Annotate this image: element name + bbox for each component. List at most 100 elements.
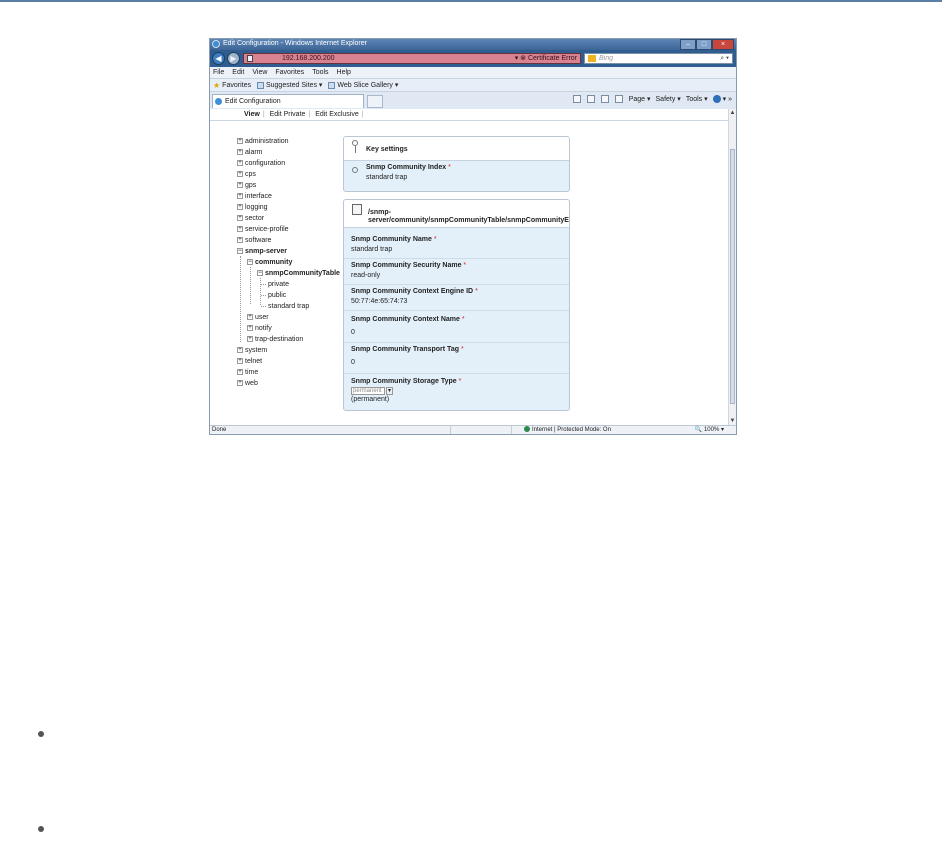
storage-type-select-value[interactable]: permanent <box>351 387 385 395</box>
tree-node[interactable]: + software <box>237 236 271 245</box>
tree-node[interactable]: + administration <box>237 137 289 146</box>
tree-node[interactable]: + system <box>237 346 267 355</box>
field-value[interactable]: read-only <box>351 272 569 279</box>
print-icon[interactable] <box>614 95 623 103</box>
tree-leaf-standard-trap[interactable]: standard trap <box>268 302 309 311</box>
expand-icon[interactable]: + <box>237 160 243 167</box>
field-value[interactable]: 0 <box>351 329 569 336</box>
field-value[interactable]: standard trap <box>351 246 569 253</box>
expand-icon[interactable]: + <box>237 215 243 222</box>
tree-node[interactable]: + cps <box>237 170 256 179</box>
expand-icon[interactable]: + <box>247 314 253 321</box>
tree-node[interactable]: + notify <box>247 324 272 333</box>
field-label: Snmp Community Transport Tag <box>351 346 459 353</box>
tab-edit-configuration[interactable]: Edit Configuration <box>212 94 364 108</box>
menu-edit[interactable]: Edit <box>232 69 244 76</box>
tree-leaf-public[interactable]: public <box>268 291 286 300</box>
add-favorite-icon[interactable] <box>256 81 264 89</box>
expand-icon[interactable]: + <box>237 193 243 200</box>
tree-node[interactable]: + user <box>247 313 269 322</box>
feeds-icon[interactable] <box>586 95 595 103</box>
tree-node[interactable]: + logging <box>237 203 268 212</box>
zoom-level[interactable]: 🔍 100% ▾ <box>695 426 724 434</box>
menu-bar: File Edit View Favorites Tools Help <box>210 67 736 79</box>
safety-menu[interactable]: Safety ▾ <box>656 95 681 103</box>
tree-node[interactable]: + sector <box>237 214 264 223</box>
certificate-error[interactable]: ▾ ⊗ Certificate Error <box>515 54 577 63</box>
tree-node[interactable]: + gps <box>237 181 256 190</box>
web-slice-gallery[interactable]: Web Slice Gallery ▾ <box>337 81 398 89</box>
tree-node[interactable]: + web <box>237 379 258 388</box>
read-mail-icon[interactable] <box>600 95 609 103</box>
favorites-button[interactable]: Favorites <box>222 82 251 89</box>
expand-icon[interactable]: + <box>247 336 253 343</box>
tree-node-community[interactable]: − community <box>247 258 292 267</box>
field-label: Snmp Community Security Name <box>351 262 462 269</box>
menu-tools[interactable]: Tools <box>312 69 328 76</box>
field-value[interactable]: 0 <box>351 359 569 366</box>
collapse-icon[interactable]: − <box>257 270 263 277</box>
page-menu[interactable]: Page ▾ <box>629 95 651 103</box>
storage-type-select[interactable]: permanent ▾ <box>351 387 569 395</box>
expand-icon[interactable]: + <box>237 369 243 376</box>
tree-node[interactable]: + telnet <box>237 357 262 366</box>
home-icon[interactable] <box>572 95 581 103</box>
document-icon <box>352 204 362 215</box>
field-value[interactable]: standard trap <box>366 174 569 181</box>
menu-file[interactable]: File <box>213 69 224 76</box>
menu-view[interactable]: View <box>252 69 267 76</box>
menu-help[interactable]: Help <box>337 69 351 76</box>
expand-icon[interactable]: + <box>237 149 243 156</box>
back-button[interactable]: ◀ <box>212 52 225 65</box>
tree-label: sector <box>245 215 265 222</box>
expand-icon[interactable]: + <box>237 171 243 178</box>
address-bar[interactable]: 192.168.200.200 ▾ ⊗ Certificate Error <box>243 53 581 64</box>
collapse-icon[interactable]: − <box>237 248 243 255</box>
expand-icon[interactable]: + <box>237 237 243 244</box>
expand-icon[interactable]: + <box>237 358 243 365</box>
expand-icon[interactable]: + <box>237 204 243 211</box>
tree-leaf-private[interactable]: private <box>268 280 289 289</box>
security-zone[interactable]: Internet | Protected Mode: On <box>524 426 611 434</box>
tree-node-snmp-server[interactable]: − snmp-server <box>237 247 287 256</box>
edit-exclusive-link[interactable]: Edit Exclusive <box>315 111 359 118</box>
tree-node[interactable]: + alarm <box>237 148 263 157</box>
new-tab-button[interactable] <box>367 95 383 108</box>
suggested-sites[interactable]: Suggested Sites ▾ <box>266 81 322 89</box>
help-chevron-icon[interactable]: ▾ » <box>723 95 732 103</box>
tree-node[interactable]: + configuration <box>237 159 285 168</box>
tree-node-snmpcommunitytable[interactable]: − snmpCommunityTable <box>257 269 340 278</box>
view-link[interactable]: View <box>244 111 260 118</box>
scroll-down-icon[interactable]: ▼ <box>729 418 736 424</box>
forward-button[interactable]: ▶ <box>227 52 240 65</box>
expand-icon[interactable]: + <box>237 182 243 189</box>
tree-node[interactable]: + time <box>237 368 258 377</box>
expand-icon[interactable]: + <box>237 380 243 387</box>
menu-favorites[interactable]: Favorites <box>275 69 304 76</box>
tree-node[interactable]: + service-profile <box>237 225 289 234</box>
tree-node[interactable]: + trap-destination <box>247 335 303 344</box>
maximize-button[interactable]: □ <box>696 39 712 50</box>
edit-private-link[interactable]: Edit Private <box>270 111 306 118</box>
search-box[interactable]: Bing ⌕ ▾ <box>584 53 733 64</box>
certificate-error-label: Certificate Error <box>527 55 577 62</box>
collapse-icon[interactable]: − <box>247 259 253 266</box>
vertical-scrollbar[interactable]: ▲ ▼ <box>728 109 736 425</box>
view-links: View | Edit Private | Edit Exclusive | <box>244 111 364 118</box>
field-row-transport-tag: Snmp Community Transport Tag * 0 <box>344 346 569 374</box>
expand-icon[interactable]: + <box>237 347 243 354</box>
scrollbar-thumb[interactable] <box>730 149 735 404</box>
chevron-down-icon[interactable]: ▾ <box>386 387 393 395</box>
scroll-up-icon[interactable]: ▲ <box>729 110 736 116</box>
expand-icon[interactable]: + <box>237 138 243 145</box>
expand-icon[interactable]: + <box>237 226 243 233</box>
tools-menu[interactable]: Tools ▾ <box>686 95 708 103</box>
close-button[interactable]: × <box>712 39 734 50</box>
magnifier-icon[interactable]: ⌕ ▾ <box>720 54 729 63</box>
field-value: (permanent) <box>351 396 390 403</box>
expand-icon[interactable]: + <box>247 325 253 332</box>
minimize-button[interactable]: – <box>680 39 696 50</box>
tree-node[interactable]: + interface <box>237 192 272 201</box>
field-value[interactable]: 50:77:4e:65:74:73 <box>351 298 569 305</box>
help-icon[interactable] <box>712 95 721 103</box>
